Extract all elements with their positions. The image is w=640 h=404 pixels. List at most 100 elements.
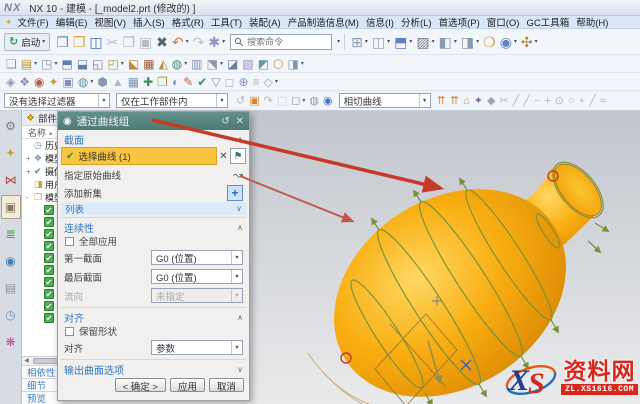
- menu-item[interactable]: 首选项(P): [439, 15, 480, 29]
- menu-item[interactable]: 工具(T): [211, 15, 242, 29]
- collapse-icon[interactable]: [237, 135, 243, 144]
- snap-point-icon[interactable]: ≈: [598, 94, 608, 108]
- output-surface-group-header[interactable]: 输出曲面选项: [58, 362, 249, 376]
- resource-bar-icon[interactable]: ◉: [1, 249, 21, 273]
- feature-toolbar-icon[interactable]: ◨: [286, 56, 306, 72]
- snap-point-icon[interactable]: ╱: [511, 94, 522, 108]
- resource-bar-icon[interactable]: ⋈: [1, 168, 21, 192]
- surface-toolbar-icon[interactable]: ⊕: [237, 74, 251, 90]
- menu-item[interactable]: 装配(A): [249, 15, 281, 29]
- snap-point-icon[interactable]: ⊙: [553, 94, 566, 108]
- snap-point-icon[interactable]: +: [542, 94, 552, 108]
- add-new-set-row[interactable]: 添加新集 +: [58, 184, 249, 202]
- resource-bar-icon[interactable]: ▣: [1, 195, 21, 219]
- selection-scope-dropdown[interactable]: 仅在工作部件内: [116, 93, 228, 108]
- collapse-icon[interactable]: [237, 223, 243, 232]
- surface-toolbar-icon[interactable]: ❒: [155, 74, 170, 90]
- expand-icon[interactable]: [236, 204, 242, 213]
- surface-toolbar-icon[interactable]: ◇: [262, 74, 280, 90]
- menu-item[interactable]: 视图(V): [94, 15, 126, 29]
- feature-toolbar-icon[interactable]: ◩: [256, 56, 271, 72]
- dialog-close-icon[interactable]: ✕: [236, 116, 244, 127]
- tree-expander[interactable]: -: [26, 193, 34, 202]
- checkbox-checked-icon[interactable]: ✔: [44, 313, 54, 323]
- feature-toolbar-icon[interactable]: ▦: [141, 56, 156, 72]
- selection-tool-icon[interactable]: ↷: [262, 94, 275, 108]
- view-toolbar-icon[interactable]: ◫: [370, 32, 392, 52]
- view-toolbar-icon[interactable]: ✣: [519, 32, 540, 52]
- surface-toolbar-icon[interactable]: ✔: [195, 74, 209, 90]
- preserve-shape-checkbox-row[interactable]: 保留形状: [58, 324, 249, 338]
- snap-point-icon[interactable]: ○: [566, 94, 577, 108]
- origin-curve-icon[interactable]: ↝: [233, 168, 243, 182]
- snap-point-icon[interactable]: ⌂: [461, 94, 472, 108]
- snap-point-icon[interactable]: ✂: [497, 94, 510, 108]
- surface-toolbar-icon[interactable]: ✦: [46, 74, 60, 90]
- checkbox-checked-icon[interactable]: ✔: [44, 205, 54, 215]
- command-search[interactable]: [230, 34, 332, 50]
- toolbar-icon[interactable]: ❐: [120, 32, 137, 52]
- surface-toolbar-icon[interactable]: ◐: [170, 74, 181, 90]
- view-toolbar-icon[interactable]: ⊞: [349, 32, 370, 52]
- toolbar-icon[interactable]: ↶: [170, 32, 191, 52]
- checkbox-checked-icon[interactable]: ✔: [44, 229, 54, 239]
- feature-toolbar-icon[interactable]: ◭: [157, 56, 170, 72]
- add-new-set-icon[interactable]: +: [227, 185, 243, 201]
- feature-toolbar-icon[interactable]: ⬔: [205, 56, 225, 72]
- snap-point-icon[interactable]: ◆: [485, 94, 497, 108]
- surface-toolbar-icon[interactable]: ▲: [110, 74, 126, 90]
- view-toolbar-icon[interactable]: ⬒: [392, 32, 414, 52]
- surface-toolbar-icon[interactable]: ⬢: [95, 74, 109, 90]
- checkbox-unchecked-icon[interactable]: [65, 237, 74, 246]
- collapse-icon[interactable]: [237, 313, 243, 322]
- menu-item[interactable]: 帮助(H): [576, 15, 608, 29]
- section-group-header[interactable]: 截面: [58, 132, 249, 146]
- selection-tool-icon[interactable]: ↺: [234, 94, 247, 108]
- feature-toolbar-icon[interactable]: ▤: [19, 56, 39, 72]
- menu-item[interactable]: 分析(L): [401, 15, 432, 29]
- menu-item[interactable]: 信息(I): [366, 15, 394, 29]
- apply-all-checkbox-row[interactable]: 全部应用: [58, 234, 249, 248]
- surface-toolbar-icon[interactable]: ≡: [251, 74, 262, 90]
- selection-tool-icon[interactable]: ◻: [289, 94, 307, 108]
- expand-icon[interactable]: [237, 365, 243, 374]
- feature-toolbar-icon[interactable]: ◪: [225, 56, 240, 72]
- menu-item[interactable]: 插入(S): [133, 15, 165, 29]
- scroll-left-icon[interactable]: ◀: [22, 357, 31, 365]
- toolbar-icon[interactable]: ✱: [206, 32, 227, 52]
- feature-toolbar-icon[interactable]: ⬓: [75, 56, 90, 72]
- surface-toolbar-icon[interactable]: ▽: [209, 74, 222, 90]
- snap-point-icon[interactable]: ╱: [521, 94, 532, 108]
- snap-point-icon[interactable]: ✦: [472, 94, 485, 108]
- dialog-title-bar[interactable]: ◉ 通过曲线组 ↺ ✕: [58, 112, 249, 130]
- resource-bar-icon[interactable]: ▤: [1, 276, 21, 300]
- surface-toolbar-icon[interactable]: ◍: [76, 74, 96, 90]
- start-button[interactable]: ↻ 启动: [4, 33, 50, 51]
- scrollbar-thumb[interactable]: [33, 358, 59, 364]
- snap-point-icon[interactable]: ╱: [587, 94, 598, 108]
- view-toolbar-icon[interactable]: ◧: [437, 32, 459, 52]
- surface-toolbar-icon[interactable]: ▣: [61, 74, 76, 90]
- feature-toolbar-icon[interactable]: ◰: [106, 56, 126, 72]
- snap-point-icon[interactable]: ~: [532, 94, 542, 108]
- feature-toolbar-icon[interactable]: ▥: [189, 56, 204, 72]
- surface-toolbar-icon[interactable]: ◈: [4, 74, 17, 90]
- toolbar-icon[interactable]: ✂: [105, 32, 121, 52]
- view-toolbar-icon[interactable]: ❍: [481, 32, 498, 52]
- checkbox-checked-icon[interactable]: ✔: [44, 265, 54, 275]
- resource-bar-icon[interactable]: ◷: [1, 303, 21, 327]
- surface-toolbar-icon[interactable]: ◻: [223, 74, 237, 90]
- snap-point-icon[interactable]: ⇈: [448, 94, 461, 108]
- checkbox-checked-icon[interactable]: ✔: [44, 301, 54, 311]
- menu-item[interactable]: 格式(R): [172, 15, 204, 29]
- feature-toolbar-icon[interactable]: ▧: [240, 56, 255, 72]
- view-toolbar-icon[interactable]: ▨: [414, 32, 436, 52]
- selection-tool-icon[interactable]: ▣: [247, 94, 261, 108]
- toolbar-icon[interactable]: ◫: [87, 32, 104, 52]
- resource-bar-icon[interactable]: ✦: [1, 141, 21, 165]
- list-header[interactable]: 列表: [61, 202, 246, 215]
- apply-button[interactable]: 应用: [170, 378, 205, 392]
- specify-origin-row[interactable]: 指定原始曲线 ↝: [58, 166, 249, 184]
- menu-item[interactable]: 产品制造信息(M): [288, 15, 359, 29]
- checkbox-unchecked-icon[interactable]: [65, 327, 74, 336]
